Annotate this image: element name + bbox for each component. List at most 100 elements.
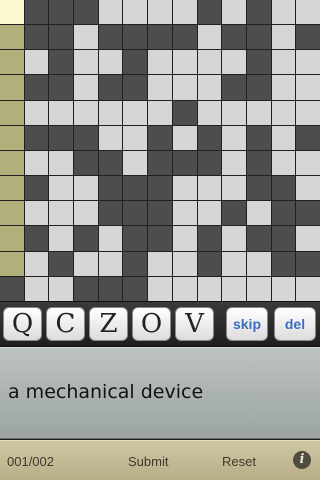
grid-cell-light[interactable]	[271, 25, 296, 50]
grid-cell-light[interactable]	[148, 276, 172, 301]
grid-cell-light[interactable]	[123, 100, 148, 125]
grid-cell-light[interactable]	[197, 201, 222, 226]
grid-cell-light[interactable]	[74, 100, 98, 125]
grid-cell-clue[interactable]	[0, 176, 24, 201]
grid-cell-light[interactable]	[222, 125, 246, 150]
grid-cell-light[interactable]	[197, 276, 222, 301]
grid-cell-light[interactable]	[172, 276, 197, 301]
grid-cell-light[interactable]	[148, 100, 172, 125]
grid-cell-light[interactable]	[296, 226, 320, 251]
grid-cell-clue[interactable]	[0, 50, 24, 75]
grid-cell-light[interactable]	[24, 276, 49, 301]
letter-key-5[interactable]: V	[175, 307, 214, 341]
grid-cell-light[interactable]	[296, 0, 320, 25]
grid-cell-clue[interactable]	[0, 226, 24, 251]
grid-cell-light[interactable]	[49, 176, 74, 201]
grid-cell-light[interactable]	[197, 50, 222, 75]
grid-cell-light[interactable]	[296, 100, 320, 125]
grid-cell-light[interactable]	[271, 150, 296, 176]
grid-cell-light[interactable]	[296, 276, 320, 301]
grid-cell-light[interactable]	[172, 50, 197, 75]
grid-cell-light[interactable]	[74, 50, 98, 75]
grid-cell-light[interactable]	[246, 251, 271, 276]
reset-button[interactable]: Reset	[222, 454, 256, 469]
delete-button[interactable]: del	[274, 307, 316, 341]
grid-cell-light[interactable]	[222, 100, 246, 125]
grid-cell-light[interactable]	[49, 100, 74, 125]
grid-cell-light[interactable]	[98, 226, 123, 251]
grid-cell-clue[interactable]	[0, 125, 24, 150]
grid-cell-light[interactable]	[172, 75, 197, 100]
grid-cell-light[interactable]	[24, 251, 49, 276]
grid-cell-light[interactable]	[197, 176, 222, 201]
grid-cell-light[interactable]	[271, 125, 296, 150]
grid-cell-light[interactable]	[222, 276, 246, 301]
grid-cell-light[interactable]	[172, 226, 197, 251]
grid-cell-light[interactable]	[98, 125, 123, 150]
grid-cell-light[interactable]	[148, 0, 172, 25]
grid-cell-light[interactable]	[222, 176, 246, 201]
grid-cell-light[interactable]	[197, 25, 222, 50]
grid-cell-light[interactable]	[172, 0, 197, 25]
grid-cell-light[interactable]	[172, 251, 197, 276]
grid-cell-clue[interactable]	[0, 75, 24, 100]
grid-cell-light[interactable]	[123, 0, 148, 25]
grid-cell-light[interactable]	[197, 75, 222, 100]
grid-cell-light[interactable]	[24, 201, 49, 226]
grid-cell-light[interactable]	[172, 201, 197, 226]
grid-cell-light[interactable]	[24, 100, 49, 125]
grid-cell-light[interactable]	[74, 201, 98, 226]
grid-cell-light[interactable]	[74, 25, 98, 50]
grid-cell-light[interactable]	[246, 201, 271, 226]
grid-cell-light[interactable]	[148, 251, 172, 276]
crossword-grid[interactable]	[0, 0, 320, 302]
grid-cell-light[interactable]	[197, 100, 222, 125]
grid-cell-light[interactable]	[222, 0, 246, 25]
grid-cell-light[interactable]	[98, 251, 123, 276]
grid-cell-clue[interactable]	[0, 251, 24, 276]
grid-cell-light[interactable]	[49, 150, 74, 176]
grid-cell-clue[interactable]	[0, 201, 24, 226]
grid-cell-light[interactable]	[148, 50, 172, 75]
letter-key-2[interactable]: C	[46, 307, 85, 341]
grid-cell-light[interactable]	[271, 276, 296, 301]
grid-cell-light[interactable]	[296, 75, 320, 100]
grid-cell-light[interactable]	[246, 276, 271, 301]
grid-cell-clue[interactable]	[0, 100, 24, 125]
letter-key-1[interactable]: Q	[3, 307, 42, 341]
grid-cell-clue[interactable]	[0, 25, 24, 50]
letter-key-3[interactable]: Z	[89, 307, 128, 341]
grid-cell-light[interactable]	[49, 226, 74, 251]
grid-cell-light[interactable]	[296, 150, 320, 176]
grid-cell-light[interactable]	[74, 251, 98, 276]
info-icon[interactable]: i	[293, 451, 311, 469]
grid-cell-light[interactable]	[49, 201, 74, 226]
grid-cell-light[interactable]	[49, 276, 74, 301]
grid-cell-light[interactable]	[296, 50, 320, 75]
grid-cell-light[interactable]	[222, 50, 246, 75]
grid-cell-light[interactable]	[98, 100, 123, 125]
grid-cell-light[interactable]	[148, 75, 172, 100]
grid-cell-light[interactable]	[222, 150, 246, 176]
submit-button[interactable]: Submit	[128, 454, 168, 469]
grid-cell-light[interactable]	[74, 75, 98, 100]
grid-cell-light[interactable]	[74, 176, 98, 201]
grid-cell-light[interactable]	[172, 125, 197, 150]
grid-cell-light[interactable]	[222, 251, 246, 276]
grid-cell-light[interactable]	[271, 0, 296, 25]
grid-cell-light[interactable]	[172, 176, 197, 201]
grid-cell-light[interactable]	[98, 50, 123, 75]
grid-cell-light[interactable]	[123, 150, 148, 176]
grid-cell-light[interactable]	[246, 100, 271, 125]
grid-cell-sel[interactable]	[0, 0, 24, 25]
grid-cell-light[interactable]	[271, 75, 296, 100]
skip-button[interactable]: skip	[226, 307, 268, 341]
grid-cell-light[interactable]	[24, 50, 49, 75]
grid-cell-light[interactable]	[222, 226, 246, 251]
grid-cell-light[interactable]	[98, 0, 123, 25]
grid-cell-light[interactable]	[271, 100, 296, 125]
grid-cell-light[interactable]	[123, 125, 148, 150]
grid-cell-light[interactable]	[271, 50, 296, 75]
grid-cell-light[interactable]	[24, 150, 49, 176]
grid-cell-clue[interactable]	[0, 150, 24, 176]
